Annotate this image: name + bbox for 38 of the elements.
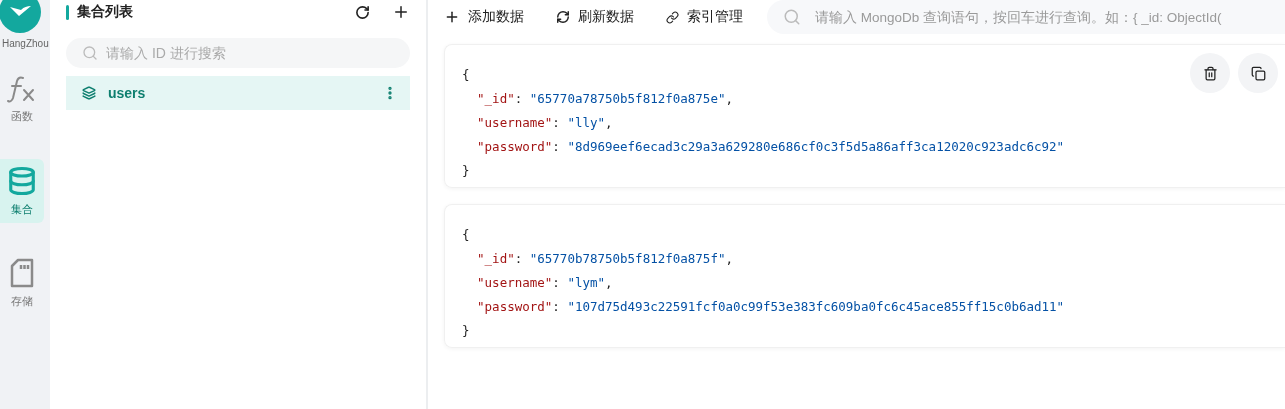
link-icon <box>666 10 679 24</box>
code-line: "password": "8d969eef6ecad3c29a3a629280e686cf0c3f5d5a86aff3ca12020c923adc6c92" <box>476 138 1065 156</box>
refresh-icon[interactable] <box>355 4 370 20</box>
workspace-name: HangZhou <box>2 38 49 49</box>
query-field[interactable]: 请输入 MongoDb 查询语句，按回车进行查询。如：{ _id: ObjectId( <box>767 0 1285 34</box>
nav-item[interactable]: 集合 <box>0 159 44 223</box>
collection-item[interactable]: users <box>66 76 410 110</box>
search-icon <box>783 8 801 26</box>
refresh-icon <box>556 10 570 24</box>
code-line: } <box>462 322 470 340</box>
panel-title: 集合列表 <box>77 3 134 21</box>
code-line: "username": "lym", <box>476 274 613 292</box>
code-line: { <box>462 226 470 244</box>
logo-icon <box>0 0 42 34</box>
add-icon[interactable] <box>392 3 410 21</box>
code-line: "username": "lly", <box>476 114 613 132</box>
copy-icon <box>1250 65 1266 81</box>
function-icon <box>7 74 37 103</box>
code-line: } <box>462 162 470 180</box>
nav-item[interactable]: 函数 <box>0 67 44 131</box>
toolbar-button[interactable]: 添加数据 <box>444 8 524 26</box>
toolbar-button[interactable]: 索引管理 <box>666 8 743 26</box>
accent-bar <box>66 4 69 20</box>
layers-icon <box>82 86 96 100</box>
trash-icon <box>1202 65 1218 81</box>
code-line: "_id": "65770b78750b5f812f0a875f", <box>476 250 733 268</box>
toolbar-button[interactable]: 刷新数据 <box>556 8 634 26</box>
plus-icon <box>444 9 460 25</box>
copy-button[interactable] <box>1238 53 1278 93</box>
delete-button[interactable] <box>1190 53 1230 93</box>
search-field[interactable]: 请输入 ID 进行搜索 <box>66 38 410 68</box>
code-line: "_id": "65770a78750b5f812f0a875e", <box>476 90 733 108</box>
sd-card-icon <box>9 257 35 288</box>
code-line: { <box>462 66 470 84</box>
code-line: "password": "107d75d493c22591fcf0a0c99f53e383fc609ba0fc6c45ace855ff15c0b6ad11" <box>476 298 1065 316</box>
database-icon <box>7 165 37 196</box>
nav-item[interactable]: 存储 <box>0 251 44 315</box>
search-icon <box>82 45 98 61</box>
